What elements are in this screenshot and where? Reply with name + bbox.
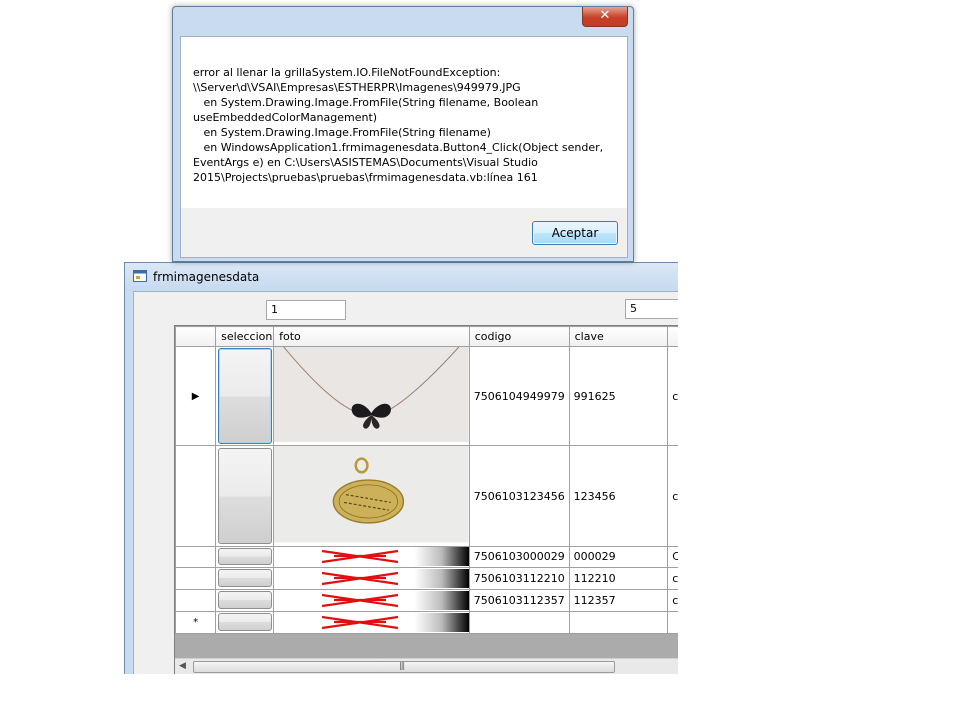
seleccion-cell[interactable] bbox=[215, 566, 275, 590]
seleccion-cell[interactable] bbox=[215, 588, 275, 612]
row-header[interactable] bbox=[175, 566, 217, 590]
scroll-left-arrow-icon[interactable]: ◀ bbox=[179, 661, 186, 671]
page-start-textbox[interactable]: 1 bbox=[266, 300, 346, 320]
seleccion-button[interactable] bbox=[217, 448, 272, 544]
row-header[interactable] bbox=[175, 445, 217, 547]
foto-cell bbox=[273, 588, 470, 612]
extra-cell[interactable] bbox=[667, 610, 678, 634]
foto-cell bbox=[273, 445, 470, 547]
images-datagrid[interactable]: seleccion foto codigo clave ▶ 7506104949… bbox=[174, 325, 678, 674]
table-row[interactable]: 7506103112210 112210 c bbox=[175, 566, 678, 590]
broken-image-icon bbox=[274, 612, 469, 632]
clave-cell[interactable]: 000029 bbox=[568, 545, 669, 568]
messagebox-footer: Aceptar bbox=[181, 208, 627, 257]
codigo-cell[interactable]: 7506103000029 bbox=[468, 545, 570, 568]
column-header-seleccion[interactable]: seleccion bbox=[215, 326, 275, 347]
scrollbar-grip-icon: ||| bbox=[399, 661, 405, 670]
row-header[interactable]: ▶ bbox=[175, 345, 217, 447]
messagebox-client: error al llenar la grillaSystem.IO.FileN… bbox=[180, 36, 628, 258]
close-button[interactable]: ✕ bbox=[582, 7, 628, 27]
table-row[interactable]: 7506103000029 000029 C bbox=[175, 545, 678, 568]
column-header-clave[interactable]: clave bbox=[568, 326, 669, 347]
column-header-next[interactable] bbox=[667, 326, 678, 347]
broken-image-icon bbox=[274, 547, 469, 567]
column-header-foto[interactable]: foto bbox=[273, 326, 470, 347]
extra-cell[interactable]: c bbox=[667, 588, 678, 612]
seleccion-button[interactable] bbox=[217, 569, 272, 588]
current-row-indicator: ▶ bbox=[191, 390, 200, 402]
codigo-cell[interactable]: 7506103112357 bbox=[468, 588, 570, 612]
seleccion-button[interactable] bbox=[217, 591, 272, 610]
horizontal-scrollbar[interactable]: ◀ ||| bbox=[175, 658, 678, 674]
seleccion-button[interactable] bbox=[217, 348, 272, 445]
table-row[interactable]: 7506103112357 112357 c bbox=[175, 588, 678, 612]
clave-cell[interactable]: 991625 bbox=[568, 345, 669, 447]
foto-cell bbox=[273, 545, 470, 568]
row-header[interactable] bbox=[175, 545, 217, 568]
page-end-textbox[interactable]: 5 bbox=[625, 299, 678, 319]
app-form-icon bbox=[133, 270, 147, 282]
extra-cell[interactable]: c bbox=[667, 566, 678, 590]
gold-medal-pendant-photo bbox=[274, 446, 469, 543]
form-window: frmimagenesdata 1 5 seleccion foto codig… bbox=[124, 262, 678, 674]
table-row[interactable]: 7506103123456 123456 c bbox=[175, 445, 678, 547]
row-header[interactable]: * bbox=[175, 610, 217, 634]
necklace-butterfly-photo bbox=[274, 347, 469, 443]
table-row[interactable]: ▶ 7506104949979 991625 c bbox=[175, 345, 678, 447]
broken-image-icon bbox=[274, 568, 469, 588]
form-client-area: 1 5 seleccion foto codigo clave ▶ 750610… bbox=[133, 291, 678, 674]
row-header[interactable] bbox=[175, 588, 217, 612]
seleccion-cell[interactable] bbox=[215, 345, 275, 447]
clave-cell[interactable]: 112357 bbox=[568, 588, 669, 612]
extra-cell[interactable]: c bbox=[667, 445, 678, 547]
form-title: frmimagenesdata bbox=[153, 270, 260, 284]
seleccion-button[interactable] bbox=[217, 613, 272, 632]
seleccion-cell[interactable] bbox=[215, 445, 275, 547]
codigo-cell[interactable]: 7506103123456 bbox=[468, 445, 570, 547]
broken-image-icon bbox=[274, 590, 469, 610]
grid-corner-header[interactable] bbox=[175, 326, 217, 347]
foto-cell bbox=[273, 345, 470, 447]
codigo-cell[interactable]: 7506103112210 bbox=[468, 566, 570, 590]
foto-cell bbox=[273, 566, 470, 590]
seleccion-button[interactable] bbox=[217, 548, 272, 566]
scrollbar-thumb[interactable]: ||| bbox=[193, 661, 615, 673]
codigo-cell[interactable]: 7506104949979 bbox=[468, 345, 570, 447]
extra-cell[interactable]: c bbox=[667, 345, 678, 447]
form-titlebar[interactable]: frmimagenesdata bbox=[125, 263, 678, 291]
seleccion-cell[interactable] bbox=[215, 610, 275, 634]
column-header-codigo[interactable]: codigo bbox=[468, 326, 570, 347]
new-row-indicator: * bbox=[193, 616, 199, 628]
codigo-cell[interactable] bbox=[468, 610, 570, 634]
clave-cell[interactable]: 123456 bbox=[568, 445, 669, 547]
error-messagebox: ✕ error al llenar la grillaSystem.IO.Fil… bbox=[172, 6, 634, 262]
foto-cell bbox=[273, 610, 470, 634]
aceptar-button[interactable]: Aceptar bbox=[532, 221, 618, 245]
extra-cell[interactable]: C bbox=[667, 545, 678, 568]
clave-cell[interactable] bbox=[568, 610, 669, 634]
clave-cell[interactable]: 112210 bbox=[568, 566, 669, 590]
seleccion-cell[interactable] bbox=[215, 545, 275, 568]
new-row[interactable]: * bbox=[175, 610, 678, 634]
error-message-text: error al llenar la grillaSystem.IO.FileN… bbox=[193, 66, 604, 184]
